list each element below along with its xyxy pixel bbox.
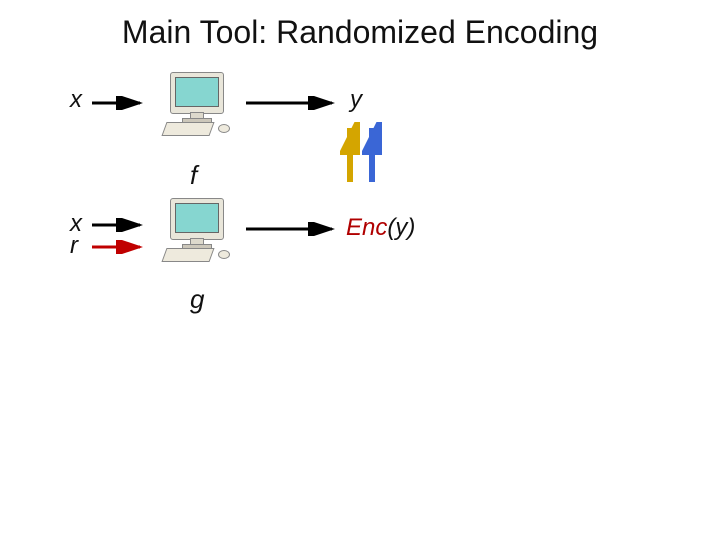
label-y: y xyxy=(350,86,362,114)
label-x-top: x xyxy=(70,86,82,114)
label-r: r xyxy=(70,232,78,260)
arrow-x-to-computer-bottom xyxy=(92,218,150,232)
arrow-up-blue xyxy=(362,122,382,188)
enc-arg: (y) xyxy=(387,214,415,241)
arrow-computer-to-enc xyxy=(246,222,342,236)
arrow-r-to-computer xyxy=(92,240,150,254)
computer-icon-top xyxy=(162,72,232,136)
computer-icon-bottom xyxy=(162,198,232,262)
enc-prefix: Enc xyxy=(346,214,387,241)
arrow-computer-to-y xyxy=(246,96,342,110)
arrow-x-to-computer-top xyxy=(92,96,150,110)
label-g: g xyxy=(190,284,204,315)
arrow-up-gold xyxy=(340,122,360,188)
page-title: Main Tool: Randomized Encoding xyxy=(0,14,720,51)
label-enc-y: Enc(y) xyxy=(346,214,415,242)
label-f: f xyxy=(190,160,197,191)
